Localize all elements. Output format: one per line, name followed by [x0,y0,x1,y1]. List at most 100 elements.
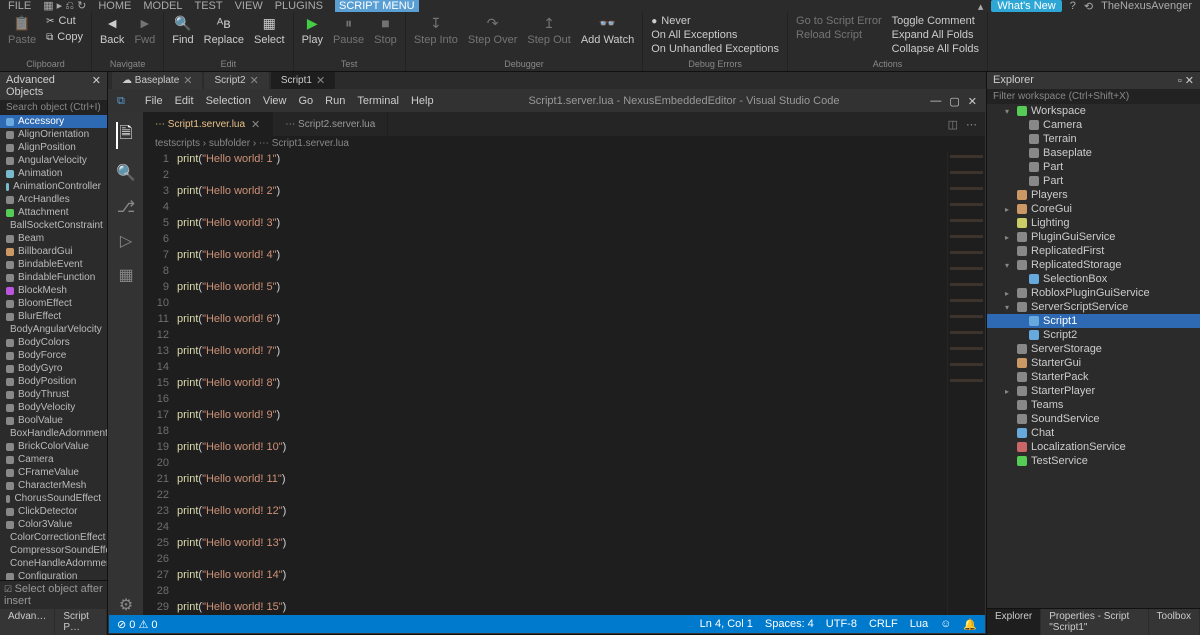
advobj-item-angularvelocity[interactable]: AngularVelocity [0,154,107,167]
edtab-Script2.server.lua[interactable]: ⋯ Script2.server.lua [273,112,388,136]
tree-starterpack[interactable]: StarterPack [987,370,1200,384]
tree-robloxpluginguiservice[interactable]: ▸RobloxPluginGuiService [987,286,1200,300]
back-button[interactable]: ◄Back [100,14,124,46]
advobj-item-camera[interactable]: Camera [0,453,107,466]
minimize-icon[interactable]: — [930,95,941,108]
activity-git-icon[interactable]: ⎇ [117,197,135,217]
code-line-25[interactable]: print("Hello world! 13") [177,535,947,551]
advobj-item-bodyvelocity[interactable]: BodyVelocity [0,401,107,414]
stepover-button[interactable]: ↷Step Over [468,14,518,46]
more-icon[interactable]: ⋯ [966,118,977,131]
status-cursor[interactable]: Ln 4, Col 1 [700,618,753,630]
code-line-23[interactable]: print("Hello world! 12") [177,503,947,519]
copy-button[interactable]: ⧉ Copy [46,30,83,44]
tree-lighting[interactable]: Lighting [987,216,1200,230]
explorer-close-icon[interactable]: ✕ [1185,75,1194,87]
code-line-3[interactable]: print("Hello world! 2") [177,183,947,199]
pause-button[interactable]: ⏸Pause [333,14,364,46]
code-line-28[interactable] [177,583,947,599]
rtab-1[interactable]: Properties - Script "Script1" [1041,609,1147,635]
advobj-item-bodythrust[interactable]: BodyThrust [0,388,107,401]
togglecomment-button[interactable]: Toggle Comment [892,14,979,28]
advobj-item-archandles[interactable]: ArcHandles [0,193,107,206]
tree-part[interactable]: Part [987,160,1200,174]
tree-serverstorage[interactable]: ServerStorage [987,342,1200,356]
maximize-icon[interactable]: ▢ [949,95,959,108]
tree-script1[interactable]: Script1 [987,314,1200,328]
advobj-item-ballsocketconstraint[interactable]: BallSocketConstraint [0,219,107,232]
tree-script2[interactable]: Script2 [987,328,1200,342]
vscmenu-terminal[interactable]: Terminal [357,95,399,107]
advobj-item-clickdetector[interactable]: ClickDetector [0,505,107,518]
explorer-filter-input[interactable]: Filter workspace (Ctrl+Shift+X) [987,89,1200,104]
replace-button[interactable]: ᴬʙReplace [204,14,244,46]
menu-file[interactable]: FILE [8,0,31,12]
share-icon[interactable]: ⟲ [1084,0,1093,13]
help-icon[interactable]: ? [1070,0,1076,12]
close-icon[interactable]: ✕ [968,95,977,108]
advobj-item-bodygyro[interactable]: BodyGyro [0,362,107,375]
code-line-9[interactable]: print("Hello world! 5") [177,279,947,295]
advobj-item-blockmesh[interactable]: BlockMesh [0,284,107,297]
code-line-20[interactable] [177,455,947,471]
advtab-advanced[interactable]: Advan… [0,609,54,635]
code-line-27[interactable]: print("Hello world! 14") [177,567,947,583]
advobj-item-chorussoundeffect[interactable]: ChorusSoundEffect [0,492,107,505]
code-line-4[interactable] [177,199,947,215]
advobj-item-bodyangularvelocity[interactable]: BodyAngularVelocity [0,323,107,336]
advobj-item-alignorientation[interactable]: AlignOrientation [0,128,107,141]
edtab-Script1.server.lua[interactable]: ⋯ Script1.server.lua ✕ [143,112,273,136]
expandfolds-button[interactable]: Expand All Folds [892,28,979,42]
addwatch-button[interactable]: 👓Add Watch [581,14,634,46]
activity-ext-icon[interactable]: ▦ [118,265,133,285]
status-encoding[interactable]: UTF-8 [826,618,857,630]
advobj-item-bodyforce[interactable]: BodyForce [0,349,107,362]
code-line-29[interactable]: print("Hello world! 15") [177,599,947,615]
stop-button[interactable]: ■Stop [374,14,397,46]
code-line-13[interactable]: print("Hello world! 7") [177,343,947,359]
rtab-0[interactable]: Explorer [987,609,1040,635]
rbxtab-baseplate[interactable]: ☁ Baseplate ✕ [112,72,202,89]
advobj-item-accessory[interactable]: Accessory [0,115,107,128]
activity-files-icon[interactable]: 🗎 [116,122,133,149]
collapsefolds-button[interactable]: Collapse All Folds [892,42,979,56]
menu-home[interactable]: HOME [98,0,131,12]
code-line-22[interactable] [177,487,947,503]
advobj-item-bindablefunction[interactable]: BindableFunction [0,271,107,284]
vscmenu-view[interactable]: View [263,95,287,107]
status-lang[interactable]: Lua [910,618,928,630]
tree-camera[interactable]: Camera [987,118,1200,132]
object-search-input[interactable]: Search object (Ctrl+I) [0,100,107,115]
rtab-2[interactable]: Toolbox [1149,609,1199,635]
advobj-item-animation[interactable]: Animation [0,167,107,180]
status-bell-icon[interactable]: 🔔 [963,618,977,631]
advobj-item-beam[interactable]: Beam [0,232,107,245]
find-button[interactable]: 🔍Find [172,14,193,46]
activity-account-icon[interactable]: ⚙ [119,595,133,615]
fwd-button[interactable]: ►Fwd [134,14,155,46]
vscmenu-edit[interactable]: Edit [175,95,194,107]
advobj-item-billboardgui[interactable]: BillboardGui [0,245,107,258]
code-line-14[interactable] [177,359,947,375]
tree-pluginguiservice[interactable]: ▸PluginGuiService [987,230,1200,244]
tree-serverscriptservice[interactable]: ▾ServerScriptService [987,300,1200,314]
advobj-item-animationcontroller[interactable]: AnimationController [0,180,107,193]
username[interactable]: TheNexusAvenger [1101,0,1192,12]
cut-button[interactable]: ✂ Cut [46,14,83,28]
tree-starterplayer[interactable]: ▸StarterPlayer [987,384,1200,398]
vscmenu-file[interactable]: File [145,95,163,107]
vscmenu-go[interactable]: Go [298,95,313,107]
menu-scriptmenu[interactable]: SCRIPT MENU [335,0,419,12]
code-line-10[interactable] [177,295,947,311]
menu-view[interactable]: VIEW [235,0,263,12]
advobj-item-boxhandleadornment[interactable]: BoxHandleAdornment [0,427,107,440]
code-line-16[interactable] [177,391,947,407]
tree-coregui[interactable]: ▸CoreGui [987,202,1200,216]
explorer-dock-icon[interactable]: ▫ [1178,75,1182,87]
select-after-insert[interactable]: ☑ Select object after insert [0,580,107,609]
tree-replicatedstorage[interactable]: ▾ReplicatedStorage [987,258,1200,272]
tree-selectionbox[interactable]: SelectionBox [987,272,1200,286]
menu-model[interactable]: MODEL [143,0,182,12]
advobj-item-compressorsoundeffect[interactable]: CompressorSoundEffect [0,544,107,557]
whats-new-button[interactable]: What's New [991,0,1061,12]
